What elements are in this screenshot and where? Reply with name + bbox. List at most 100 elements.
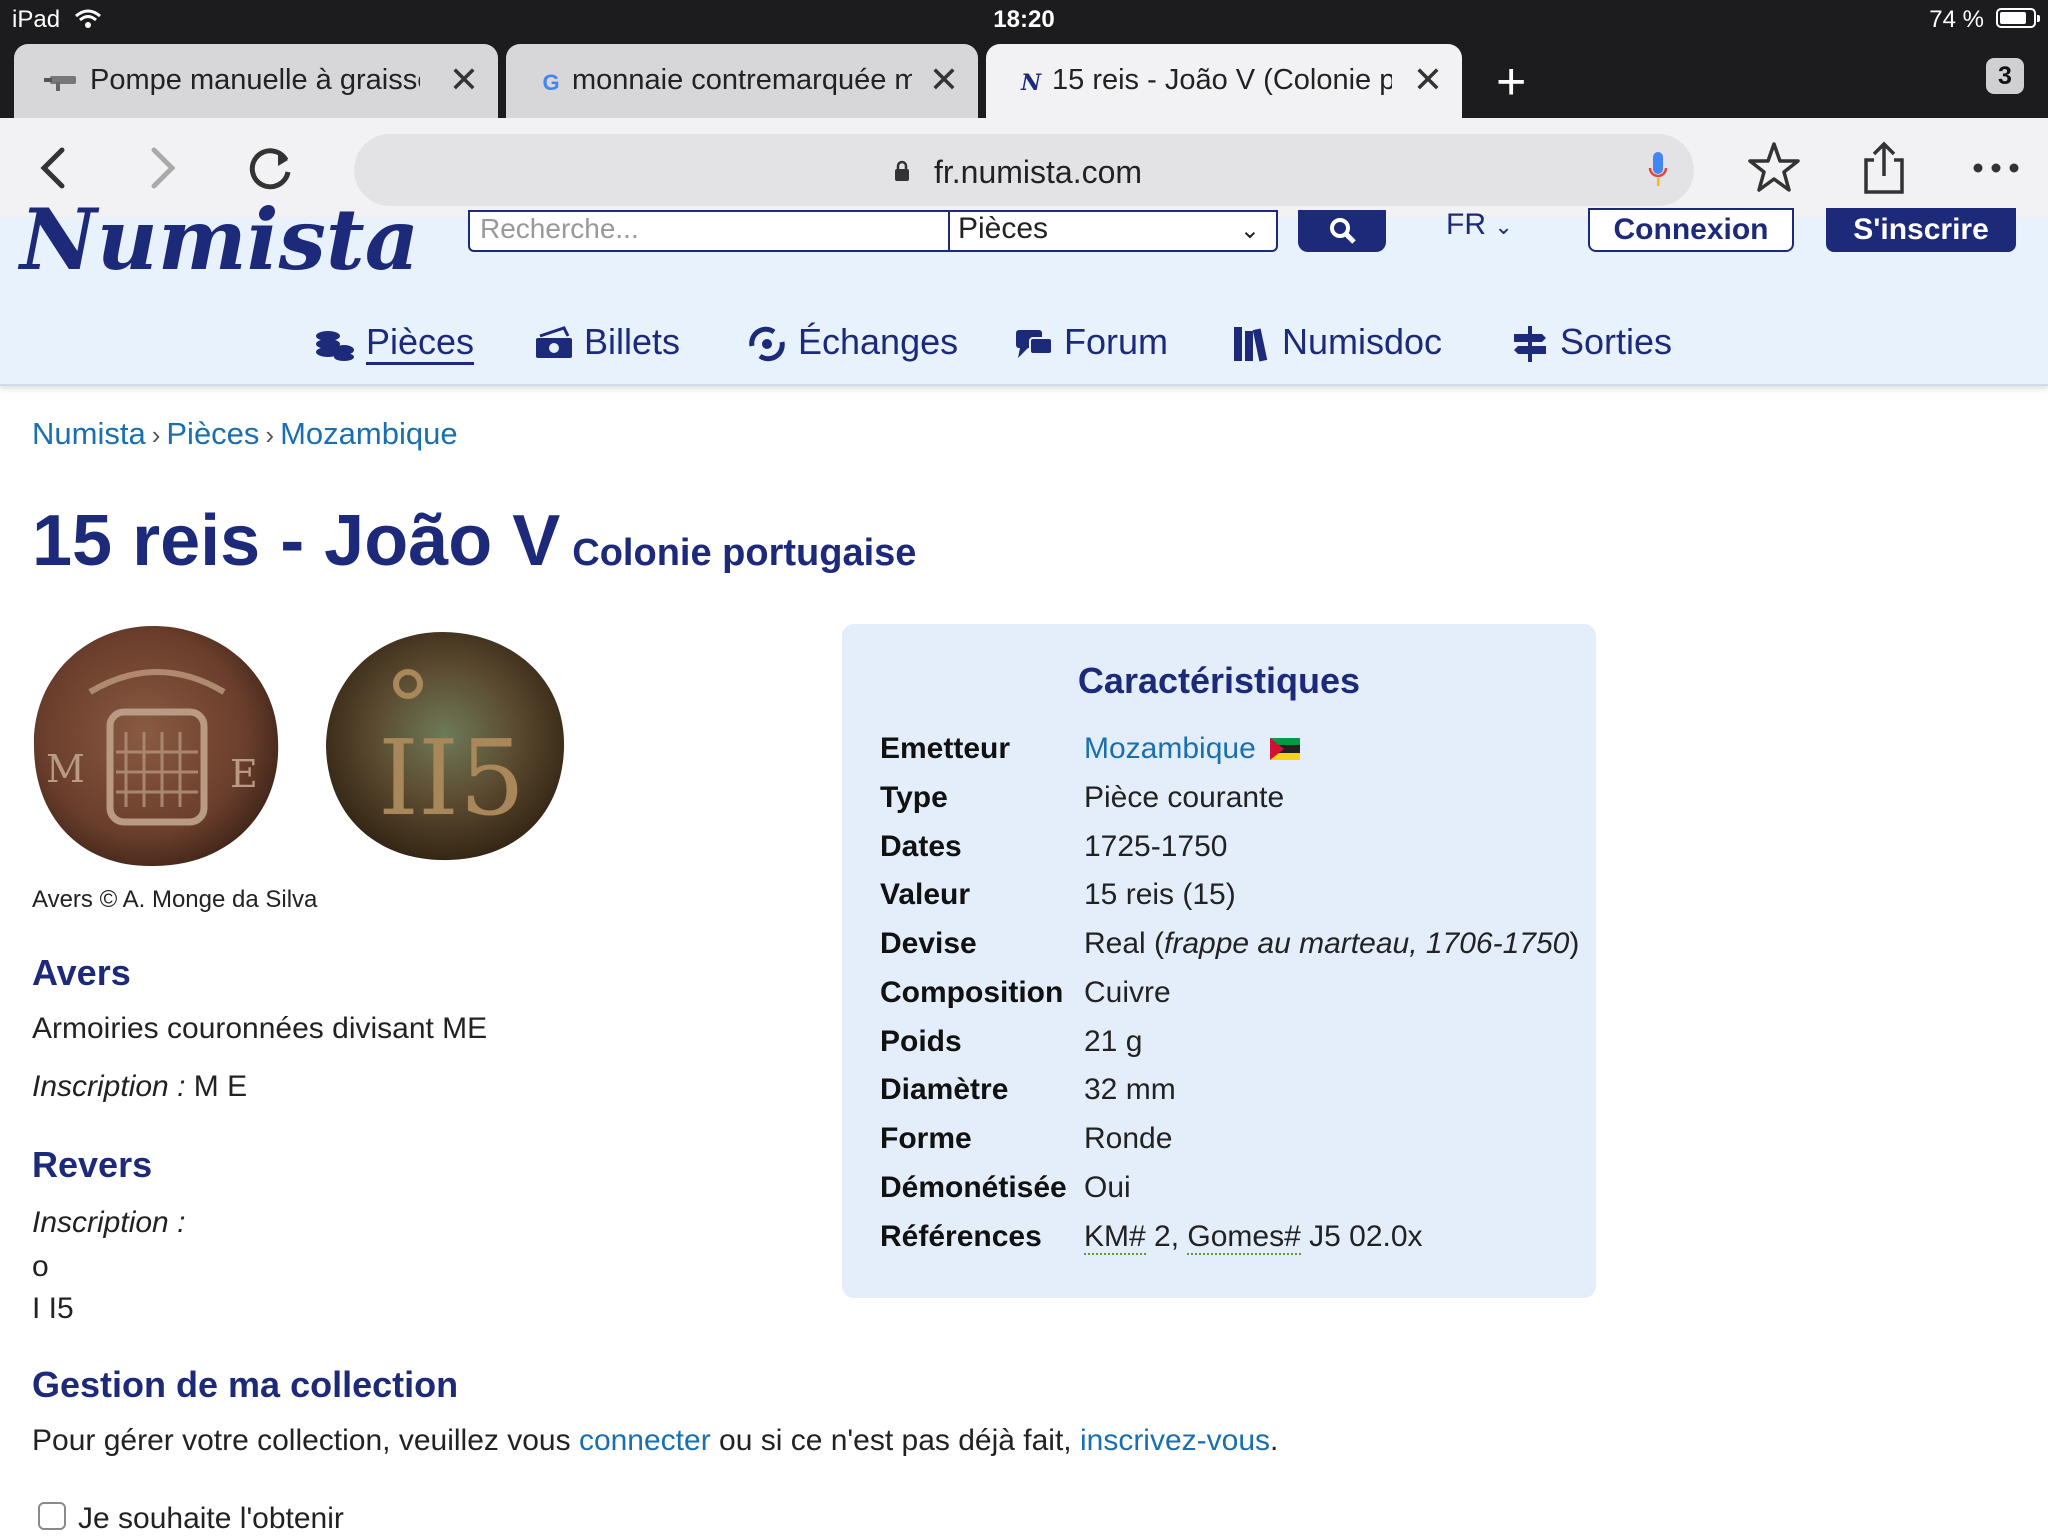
text: ou si ce n'est pas déjà fait, [710,1424,1080,1457]
obverse-heading: Avers [32,952,131,993]
numista-logo[interactable]: Numista [20,190,419,289]
reverse-heading: Revers [32,1144,153,1185]
bookmark-star-icon[interactable] [1744,138,1804,198]
site-header: Numista Recherche... Pièces ⌄ FR ⌄ Conne… [0,190,2048,386]
language-select[interactable]: FR ⌄ [1446,208,1513,242]
chevron-down-icon: ⌄ [1494,214,1513,239]
tab-title: Pompe manuelle à graisse [90,64,420,96]
search-category-value: Pièces [958,212,1049,245]
tab-google-search[interactable]: G monnaie contremarquée m ✕ [506,44,978,118]
char-key: Forme [880,1122,972,1155]
search-category-select[interactable]: Pièces ⌄ [948,210,1278,252]
reverse-inscription-line: I I5 [32,1292,74,1325]
image-credit: Avers © A. Monge da Silva [32,886,318,913]
grease-gun-icon [44,76,76,91]
chat-icon [1016,330,1053,359]
battery-icon [1996,8,2040,28]
login-button[interactable]: Connexion [1588,208,1794,252]
breadcrumb-pieces[interactable]: Pièces [166,416,259,451]
search-button[interactable] [1298,210,1386,252]
signup-link[interactable]: inscrivez-vous [1080,1424,1270,1457]
issuer-link[interactable]: Mozambique [1084,732,1256,765]
char-key: Dates [880,830,962,863]
close-tab-icon[interactable]: ✕ [926,60,962,100]
status-bar: iPad 18:20 74 % [0,0,2048,40]
microphone-icon[interactable] [1648,150,1668,190]
breadcrumb-numista[interactable]: Numista [32,416,146,451]
tab-title: monnaie contremarquée m [572,64,912,96]
tab-title: 15 reis - João V (Colonie po [1052,64,1392,96]
search-icon [1330,218,1356,244]
inscription-label: Inscription : [32,1070,186,1103]
tab-numista[interactable]: N 15 reis - João V (Colonie po ✕ [986,44,1462,118]
svg-text:E: E [230,752,258,796]
share-icon[interactable] [1854,138,1914,198]
coin-obverse-image[interactable]: M E [30,622,284,870]
mozambique-flag-icon [1270,738,1301,760]
svg-text:M: M [46,747,85,791]
breadcrumb: Numista › Pièces › Mozambique [32,416,458,452]
signup-button[interactable]: S'inscrire [1826,208,2016,252]
char-key: Valeur [880,878,971,911]
new-tab-button[interactable]: + [1496,54,1526,110]
coin-title: 15 reis - João V [32,501,561,581]
characteristics-panel: Caractéristiques Emetteur Mozambique Typ… [842,624,1596,1298]
currency-name: Real [1084,927,1146,960]
url-text: fr.numista.com [933,154,1143,190]
breadcrumb-separator: › [265,420,275,450]
back-icon[interactable] [24,140,84,196]
char-key: Poids [880,1025,962,1058]
tab-grease-pump[interactable]: Pompe manuelle à graisse ✕ [14,44,498,118]
char-value: Pièce courante [1084,781,1285,814]
km-reference[interactable]: KM# [1084,1220,1146,1255]
text: . [1270,1424,1279,1457]
nav-label: Forum [1064,321,1169,362]
coin-reverse-image[interactable]: I I5 [322,628,568,864]
login-link[interactable]: connecter [579,1424,711,1457]
currency-detail: frappe au marteau, 1706-1750 [1164,927,1570,960]
nav-echanges[interactable]: Échanges [746,318,958,366]
nav-label: Numisdoc [1282,321,1443,362]
svg-text:I: I [378,717,419,839]
want-checkbox-label[interactable]: Je souhaite l'obtenir [78,1502,344,1536]
char-key: Références [880,1220,1042,1253]
numista-n-icon: N [1020,70,1042,96]
nav-sorties[interactable]: Sorties [1510,318,1672,366]
nav-numisdoc[interactable]: Numisdoc [1232,318,1442,366]
close-tab-icon[interactable]: ✕ [1410,60,1446,100]
coin-subtitle: Colonie portugaise [572,532,917,574]
obverse-inscription: Inscription : M E [32,1070,247,1104]
battery-percent: 74 % [1929,6,1984,33]
search-input[interactable]: Recherche... [468,210,948,252]
char-value: 1725-1750 [1084,830,1228,863]
close-tab-icon[interactable]: ✕ [446,60,482,100]
signpost-icon [1514,326,1546,363]
chevron-down-icon: ⌄ [1239,217,1260,244]
tab-count-button[interactable]: 3 [1986,58,2024,94]
address-bar[interactable]: fr.numista.com [354,134,1694,206]
more-menu-icon[interactable] [1966,138,2026,198]
nav-billets[interactable]: Billets [534,318,680,366]
inscription-label: Inscription : [32,1206,186,1239]
forward-icon[interactable] [132,140,192,196]
char-key: Démonétisée [880,1171,1067,1204]
characteristics-title: Caractéristiques [1077,660,1361,701]
char-key: Emetteur [880,732,1011,765]
reload-icon[interactable] [242,140,302,196]
km-reference-value: 2, [1145,1220,1188,1253]
want-checkbox[interactable] [38,1502,66,1530]
reverse-inscription-line: o [32,1250,49,1283]
gomes-reference[interactable]: Gomes# [1187,1220,1301,1255]
breadcrumb-mozambique[interactable]: Mozambique [280,416,457,451]
char-value: Cuivre [1084,976,1171,1009]
google-g-icon: G [542,70,560,95]
books-icon [1234,327,1268,362]
nav-pieces[interactable]: Pièces [314,318,475,366]
char-value: KM# 2, Gomes# J5 02.0x [1084,1220,1423,1255]
char-value: 21 g [1084,1025,1143,1058]
char-key: Devise [880,927,977,960]
nav-forum[interactable]: Forum [1014,318,1168,366]
char-key: Diamètre [880,1073,1009,1106]
char-key: Type [880,781,948,814]
text: Pour gérer votre collection, veuillez vo… [32,1424,579,1457]
